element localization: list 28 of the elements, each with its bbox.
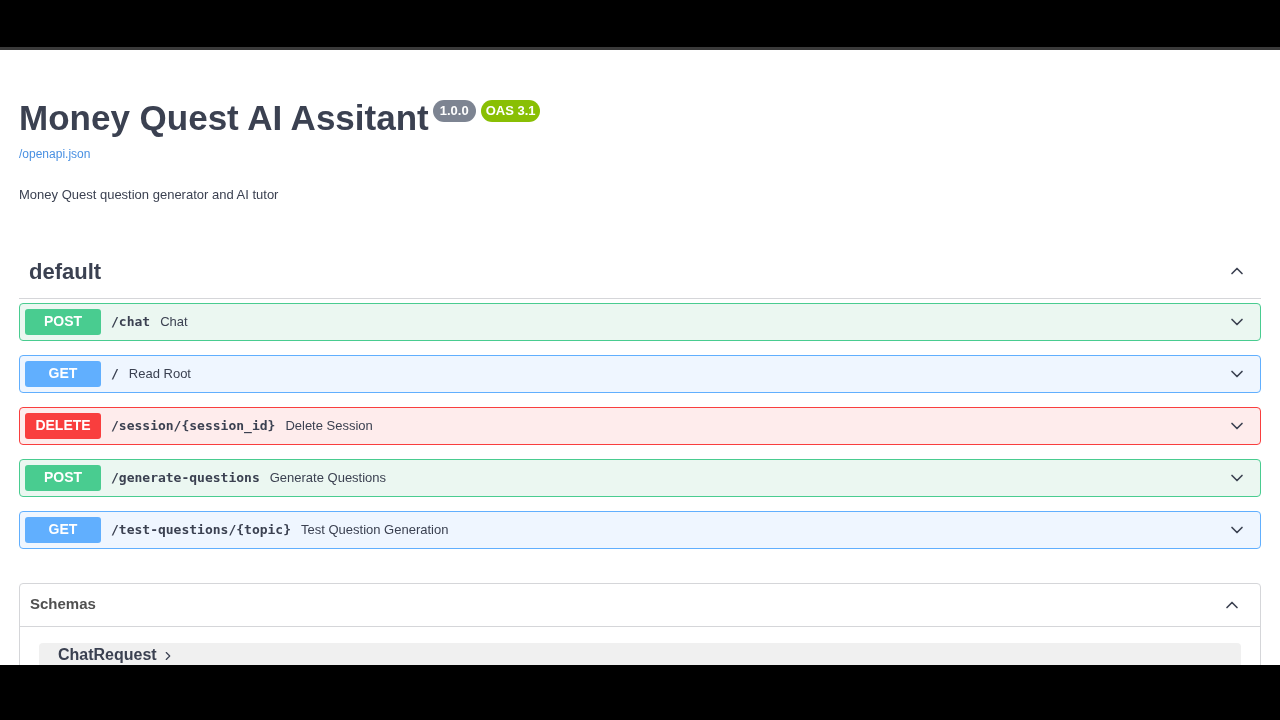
endpoint-row[interactable]: GET / Read Root bbox=[19, 354, 1261, 393]
schema-name: ChatRequest bbox=[58, 645, 157, 663]
endpoint-row[interactable]: GET /test-questions/{topic} Test Question Generation bbox=[19, 510, 1261, 549]
method-badge: GET bbox=[25, 360, 101, 387]
section-heading[interactable]: default bbox=[29, 254, 102, 288]
schema-row[interactable]: ChatRequest bbox=[39, 642, 1241, 665]
endpoint-path: /generate-questions bbox=[111, 468, 260, 487]
endpoint-path: /test-questions/{topic} bbox=[111, 520, 291, 539]
endpoint-summary: Test Question Generation bbox=[301, 520, 449, 539]
endpoint-summary: Chat bbox=[160, 312, 188, 331]
method-badge: POST bbox=[25, 464, 101, 491]
method-badge: DELETE bbox=[25, 412, 101, 439]
endpoint-row[interactable]: POST /chat Chat bbox=[19, 302, 1261, 341]
endpoint-path: /chat bbox=[111, 312, 151, 331]
endpoint-summary: Delete Session bbox=[285, 416, 373, 435]
api-description: Money Quest question generator and AI tutor bbox=[19, 186, 280, 204]
endpoint-row[interactable]: POST /generate-questions Generate Questions bbox=[19, 458, 1261, 497]
schemas-title[interactable]: Schemas bbox=[30, 593, 96, 616]
endpoint-summary: Read Root bbox=[128, 364, 191, 383]
endpoint-path: / bbox=[111, 364, 119, 383]
endpoint-row[interactable]: DELETE /session/{session_id} Delete Session bbox=[19, 406, 1261, 445]
oas-badge: OAS 3.1 bbox=[480, 100, 541, 122]
endpoint-summary: Generate Questions bbox=[269, 468, 387, 487]
version-badge: 1.0.0 bbox=[432, 100, 476, 122]
method-badge: GET bbox=[25, 516, 101, 543]
page-title: Money Quest AI Assitant bbox=[19, 99, 429, 137]
endpoint-path: /session/{session_id} bbox=[111, 416, 276, 436]
method-badge: POST bbox=[25, 308, 101, 335]
